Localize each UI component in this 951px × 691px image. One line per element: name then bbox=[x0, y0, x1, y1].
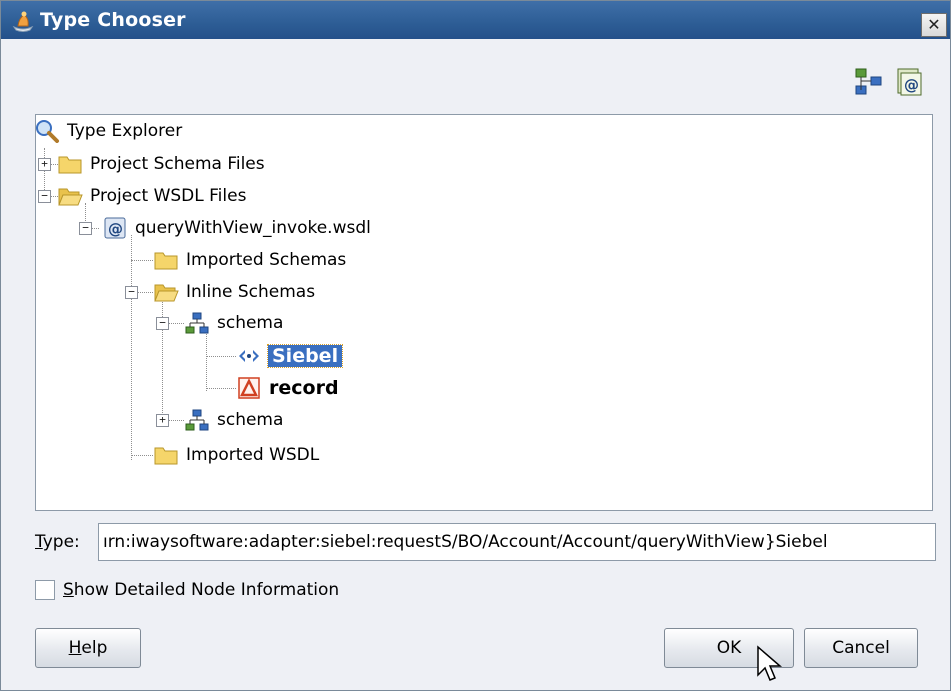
close-button[interactable]: ✕ bbox=[921, 13, 947, 37]
schema-icon bbox=[185, 409, 209, 431]
type-field[interactable]: ırn:iwaysoftware:adapter:siebel:requestS… bbox=[98, 523, 936, 561]
help-button[interactable]: Help bbox=[35, 628, 141, 668]
magnifier-icon bbox=[36, 120, 59, 143]
tree-node-schema[interactable]: schema bbox=[184, 406, 283, 434]
show-detailed-node-information-label[interactable]: Show Detailed Node Information bbox=[63, 580, 339, 600]
add-wsdl-icon[interactable]: @ bbox=[894, 67, 924, 97]
folder-icon bbox=[154, 447, 178, 465]
mouse-cursor-icon bbox=[757, 645, 783, 681]
schema-icon bbox=[185, 312, 209, 334]
title-bar[interactable]: Type Chooser ✕ bbox=[1, 1, 950, 39]
collapse-wsdl-file[interactable]: − bbox=[79, 222, 92, 235]
show-detailed-node-information-checkbox[interactable] bbox=[35, 580, 55, 600]
type-chooser-dialog: Type Chooser ✕ @ + − − − − + Type Explor… bbox=[0, 0, 951, 691]
type-label: Type: bbox=[35, 532, 80, 552]
tree-node-type-explorer[interactable]: Type Explorer bbox=[34, 117, 182, 145]
open-folder-icon bbox=[154, 284, 179, 302]
add-schema-icon[interactable] bbox=[854, 67, 884, 97]
folder-icon bbox=[154, 252, 178, 270]
tree-node-schema[interactable]: schema bbox=[184, 309, 283, 337]
app-icon bbox=[12, 11, 34, 32]
expand-schema-2[interactable]: + bbox=[156, 414, 169, 427]
collapse-project-wsdl-files[interactable]: − bbox=[38, 190, 51, 203]
element-icon bbox=[239, 350, 259, 362]
complex-type-icon bbox=[238, 377, 260, 399]
cancel-button[interactable]: Cancel bbox=[804, 628, 918, 668]
tree-node-siebel[interactable]: Siebel bbox=[236, 342, 344, 370]
tree-node-project-wsdl-files[interactable]: Project WSDL Files bbox=[57, 182, 246, 210]
type-explorer-tree[interactable]: + − − − − + Type Explorer Project Schema… bbox=[35, 114, 933, 511]
tree-node-inline-schemas[interactable]: Inline Schemas bbox=[153, 278, 315, 306]
tree-node-project-schema-files[interactable]: Project Schema Files bbox=[57, 150, 265, 178]
close-icon: ✕ bbox=[927, 15, 941, 34]
svg-text:@: @ bbox=[108, 220, 123, 238]
tree-node-imported-wsdl[interactable]: Imported WSDL bbox=[153, 441, 319, 469]
collapse-schema-1[interactable]: − bbox=[156, 317, 169, 330]
tree-node-imported-schemas[interactable]: Imported Schemas bbox=[153, 246, 346, 274]
collapse-inline-schemas[interactable]: − bbox=[125, 286, 138, 299]
open-folder-icon bbox=[58, 188, 83, 206]
wsdl-file-icon: @ bbox=[104, 217, 126, 239]
expand-project-schema-files[interactable]: + bbox=[38, 158, 51, 171]
svg-text:@: @ bbox=[904, 76, 919, 94]
tree-node-wsdl-file[interactable]: @ queryWithView_invoke.wsdl bbox=[102, 214, 371, 242]
folder-icon bbox=[58, 156, 82, 174]
tree-node-record[interactable]: record bbox=[236, 374, 339, 402]
window-title: Type Chooser bbox=[40, 9, 186, 31]
